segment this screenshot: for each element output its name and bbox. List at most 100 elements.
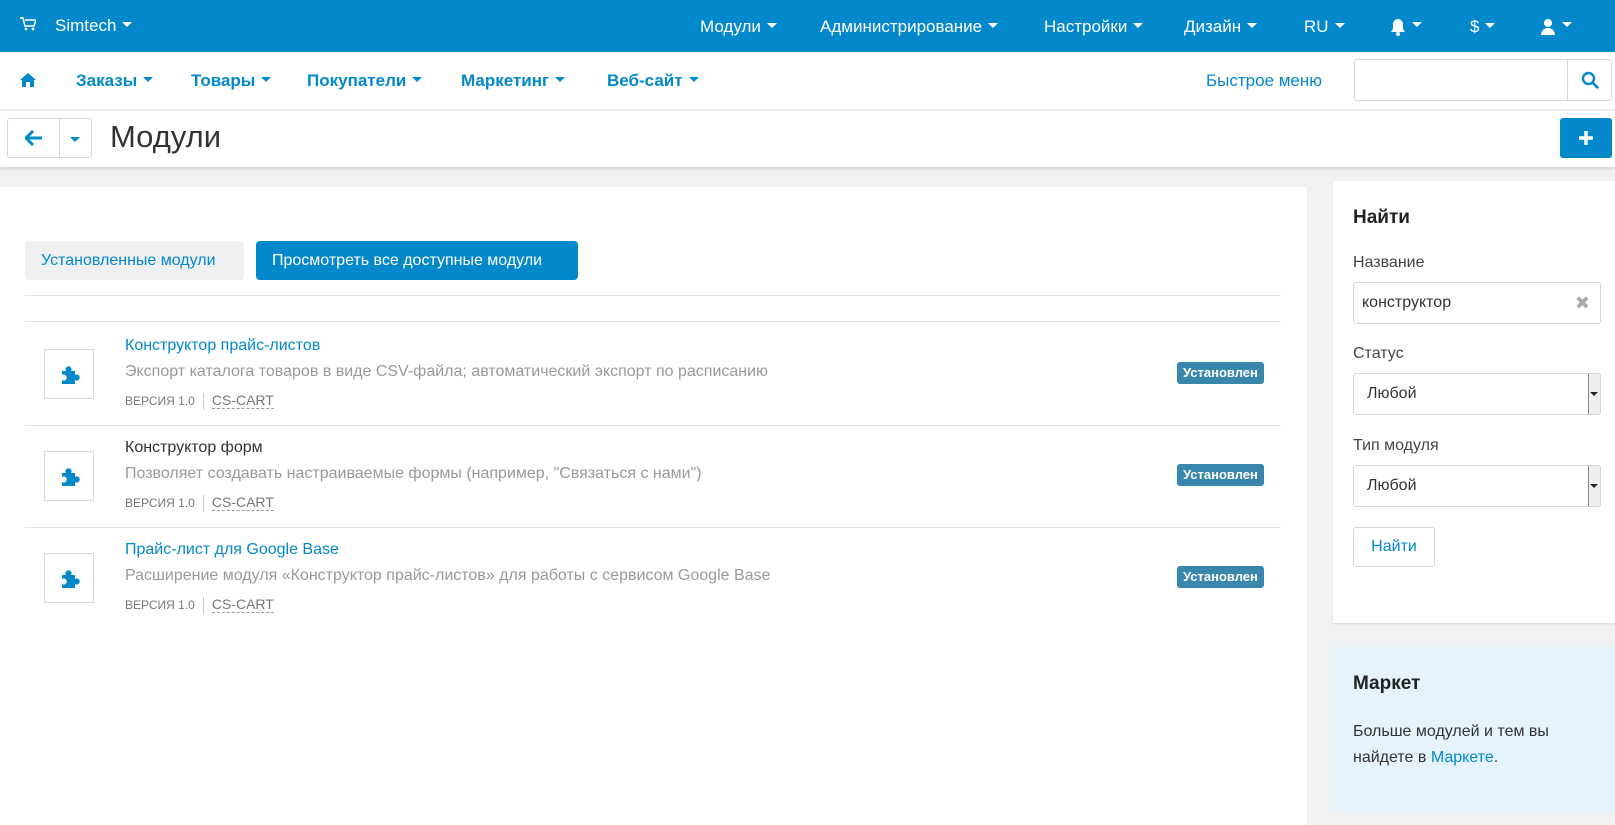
search-input[interactable] — [1355, 60, 1569, 100]
user-menu[interactable] — [1540, 16, 1572, 36]
search-box — [1354, 59, 1612, 101]
filter-sidebar: Найти Название ✖ Статус Любой Тип модуля… — [1333, 181, 1615, 623]
store-selector[interactable]: Simtech — [55, 16, 133, 36]
chevron-down-icon — [1334, 23, 1345, 29]
divider — [202, 495, 204, 513]
chevron-down-icon — [70, 137, 80, 142]
module-row: Конструктор прайс-листов Экспорт каталог… — [25, 322, 1281, 425]
nav-label: Заказы — [76, 71, 138, 90]
module-icon-box — [44, 553, 94, 603]
search-icon — [1581, 71, 1599, 89]
quick-menu-link[interactable]: Быстрое меню — [1206, 71, 1322, 91]
tab-all-modules[interactable]: Просмотреть все доступные модули — [256, 241, 578, 280]
name-field: ✖ — [1353, 282, 1601, 324]
market-text-suffix: . — [1493, 749, 1499, 766]
divider — [25, 295, 1281, 296]
module-vendor[interactable]: CS-CART — [211, 494, 274, 511]
module-vendor[interactable]: CS-CART — [211, 596, 274, 613]
topnav-administration[interactable]: Администрирование — [820, 17, 999, 37]
status-badge: Установлен — [1177, 566, 1264, 588]
nav-marketing[interactable]: Маркетинг — [461, 71, 566, 91]
find-button[interactable]: Найти — [1353, 527, 1435, 567]
module-version: ВЕРСИЯ 1.0 — [125, 394, 195, 408]
chevron-down-icon — [143, 77, 154, 83]
chevron-down-icon — [1133, 23, 1144, 29]
modules-panel: Установленные модули Просмотреть все дос… — [0, 187, 1307, 825]
chevron-down-icon — [688, 77, 699, 83]
topnav-label: Настройки — [1044, 17, 1128, 36]
chevron-down-icon — [1590, 484, 1598, 488]
search-button[interactable] — [1567, 60, 1611, 100]
store-name: Simtech — [55, 16, 117, 35]
cart-icon[interactable] — [20, 17, 36, 31]
main-nav: Заказы Товары Покупатели Маркетинг Веб-с… — [0, 52, 1615, 110]
status-select-value: Любой — [1367, 385, 1417, 402]
topnav-modules[interactable]: Модули — [700, 17, 777, 37]
nav-label: Товары — [191, 71, 256, 90]
puzzle-icon — [62, 570, 80, 588]
nav-products[interactable]: Товары — [191, 71, 272, 91]
status-badge: Установлен — [1177, 464, 1264, 486]
market-text: Больше модулей и тем вы найдете в Маркет… — [1353, 719, 1603, 771]
select-arrow — [1588, 466, 1600, 506]
divider — [202, 393, 204, 411]
chevron-down-icon — [412, 77, 423, 83]
market-link[interactable]: Маркете — [1431, 749, 1494, 766]
chevron-down-icon — [988, 23, 999, 29]
notifications-menu[interactable] — [1390, 16, 1422, 36]
module-name: Конструктор форм — [125, 439, 263, 456]
bell-icon — [1391, 18, 1405, 36]
module-type-label: Тип модуля — [1353, 437, 1439, 454]
chevron-down-icon — [766, 23, 777, 29]
back-button[interactable] — [8, 119, 60, 157]
plus-icon — [1579, 131, 1593, 145]
nav-website[interactable]: Веб-сайт — [607, 71, 699, 91]
clear-icon[interactable]: ✖ — [1575, 293, 1590, 314]
module-name-link[interactable]: Прайс-лист для Google Base — [125, 541, 339, 559]
top-bar: Simtech Модули Администрирование Настрой… — [0, 0, 1615, 52]
chevron-down-icon — [1247, 23, 1258, 29]
topnav-design[interactable]: Дизайн — [1184, 17, 1258, 37]
module-type-select[interactable]: Любой — [1353, 465, 1601, 507]
topnav-label: $ — [1470, 17, 1480, 36]
nav-customers[interactable]: Покупатели — [307, 71, 423, 91]
module-vendor[interactable]: CS-CART — [211, 392, 274, 409]
home-icon[interactable] — [19, 72, 37, 88]
topnav-settings[interactable]: Настройки — [1044, 17, 1144, 37]
module-description: Расширение модуля «Конструктор прайс-лис… — [125, 567, 771, 584]
module-version: ВЕРСИЯ 1.0 — [125, 598, 195, 612]
chevron-down-icon — [122, 22, 133, 28]
topnav-label: RU — [1304, 17, 1329, 36]
chevron-down-icon — [1562, 22, 1572, 28]
currency-menu[interactable]: $ — [1470, 17, 1496, 37]
module-version-line: ВЕРСИЯ 1.0 CS-CART — [125, 596, 274, 615]
module-icon-box — [44, 349, 94, 399]
module-version: ВЕРСИЯ 1.0 — [125, 496, 195, 510]
module-description: Позволяет создавать настраиваемые формы … — [125, 465, 702, 482]
chevron-down-icon — [555, 77, 566, 83]
nav-orders[interactable]: Заказы — [76, 71, 154, 91]
nav-label: Веб-сайт — [607, 71, 683, 90]
module-type-select-value: Любой — [1367, 477, 1417, 494]
module-version-line: ВЕРСИЯ 1.0 CS-CART — [125, 392, 274, 411]
chevron-down-icon — [261, 77, 272, 83]
filter-title: Найти — [1353, 207, 1410, 228]
nav-label: Покупатели — [307, 71, 407, 90]
status-select[interactable]: Любой — [1353, 373, 1601, 415]
divider — [202, 597, 204, 615]
topnav-label: Модули — [700, 17, 761, 36]
module-version-line: ВЕРСИЯ 1.0 CS-CART — [125, 494, 274, 513]
module-row: Конструктор форм Позволяет создавать нас… — [25, 424, 1281, 527]
tab-installed-modules[interactable]: Установленные модули — [25, 241, 244, 280]
arrow-left-icon — [25, 130, 42, 146]
topnav-label: Дизайн — [1184, 17, 1242, 36]
add-module-button[interactable] — [1560, 118, 1612, 158]
name-input[interactable] — [1354, 283, 1564, 323]
page-title: Модули — [110, 119, 222, 154]
module-name-link[interactable]: Конструктор прайс-листов — [125, 337, 320, 355]
nav-label: Маркетинг — [461, 71, 550, 90]
topnav-language[interactable]: RU — [1304, 17, 1345, 37]
user-icon — [1541, 18, 1555, 35]
back-dropdown-button[interactable] — [60, 119, 91, 157]
module-row: Прайс-лист для Google Base Расширение мо… — [25, 526, 1281, 629]
